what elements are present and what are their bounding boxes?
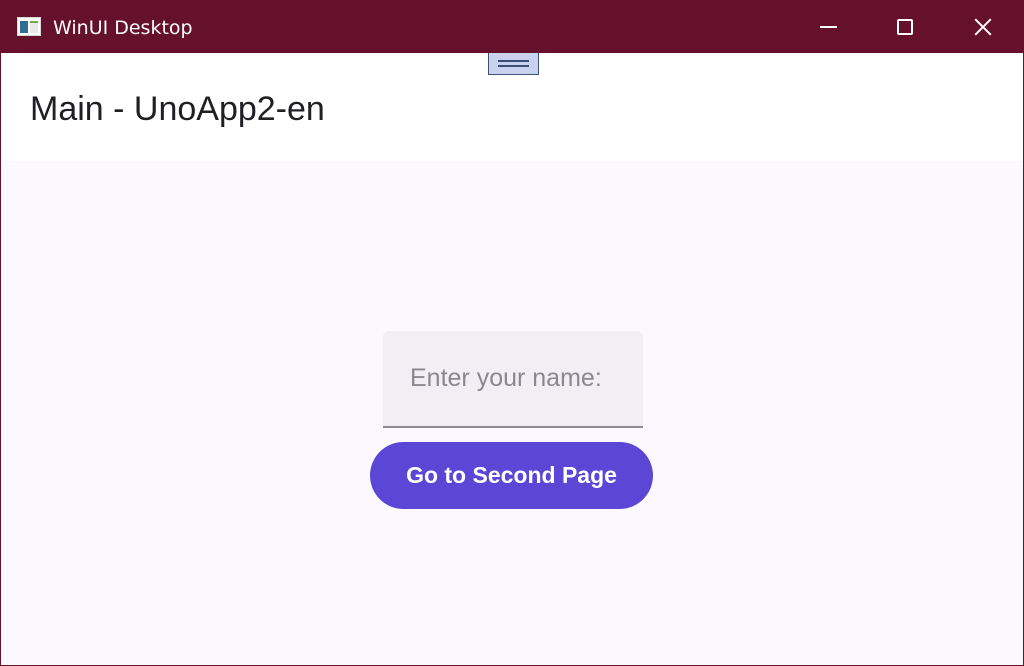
- close-button[interactable]: [945, 1, 1021, 53]
- page-header: Main - UnoApp2-en: [1, 53, 1023, 161]
- main-content: Go to Second Page: [1, 161, 1023, 665]
- grip-handle-icon[interactable]: [488, 53, 539, 75]
- app-window-icon: [17, 17, 41, 36]
- page-title: Main - UnoApp2-en: [30, 90, 325, 128]
- window-title: WinUI Desktop: [53, 17, 193, 39]
- minimize-icon: [819, 26, 837, 28]
- name-field[interactable]: [383, 331, 643, 428]
- close-icon: [974, 18, 992, 36]
- name-input[interactable]: [383, 331, 643, 426]
- app-window: WinUI Desktop Main - UnoApp2-en Go to Se…: [0, 0, 1024, 666]
- maximize-button[interactable]: [867, 1, 943, 53]
- title-bar[interactable]: WinUI Desktop: [1, 1, 1023, 53]
- go-to-second-page-button[interactable]: Go to Second Page: [370, 442, 653, 509]
- minimize-button[interactable]: [790, 1, 866, 53]
- maximize-icon: [897, 19, 913, 35]
